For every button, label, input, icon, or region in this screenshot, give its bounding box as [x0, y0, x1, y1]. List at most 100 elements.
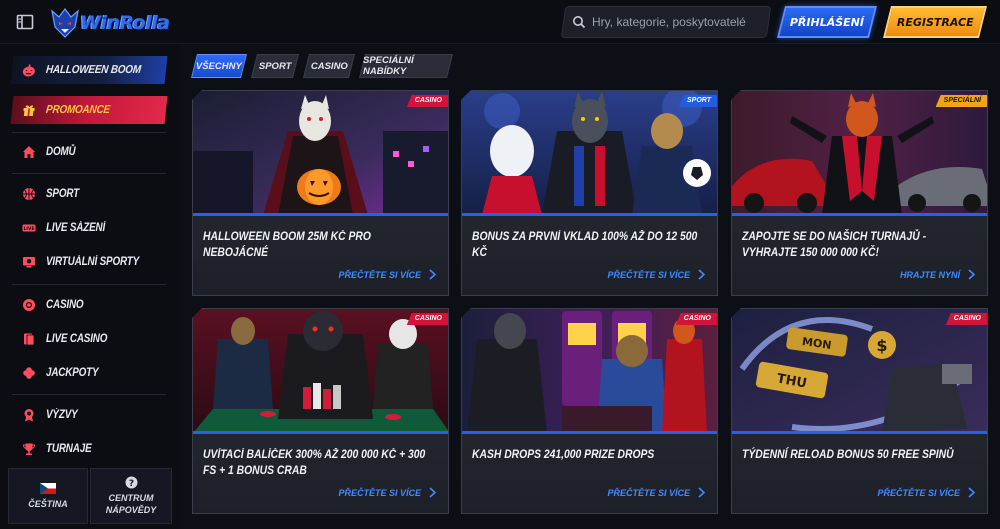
sidebar-divider — [12, 284, 166, 285]
help-center-label-2: NÁPOVĚDY — [105, 505, 157, 515]
filter-special-offers[interactable]: SPECIÁLNÍ NABÍDKY — [359, 54, 453, 78]
sidebar-item-home[interactable]: DOMŮ — [12, 138, 166, 166]
sidebar-item-label: VÝZVY — [46, 409, 78, 421]
czech-flag-icon — [40, 482, 56, 494]
winrolla-logo[interactable]: WinRolla — [50, 5, 178, 39]
sidebar-item-label: LIVE CASINO — [46, 333, 108, 345]
sidebar-item-label: VIRTUÁLNÍ SPORTY — [46, 256, 140, 268]
login-button-label: PŘIHLÁŠENÍ — [789, 15, 865, 29]
promo-image-sport — [462, 91, 717, 215]
promo-card[interactable]: SPECIÁLNÍ ZAPOJTE SE DO NAŠICH TURNAJŮ -… — [731, 90, 988, 296]
chevron-right-icon — [968, 269, 975, 280]
read-more-link[interactable]: PŘEČTĚTE SI VÍCE — [338, 487, 436, 498]
badge-icon — [22, 408, 36, 422]
register-button-label: REGISTRACE — [896, 15, 974, 29]
category-tag: SPORT — [679, 95, 717, 107]
image-divider — [193, 213, 448, 216]
svg-text:?: ? — [128, 479, 133, 489]
promo-card[interactable]: CASINO UVÍTACÍ BALÍČEK 300% AŽ 200 000 K… — [192, 308, 449, 514]
play-now-label: HRAJTE NYNÍ — [899, 269, 960, 280]
casino-chip-icon — [22, 298, 36, 312]
read-more-label: PŘEČTĚTE SI VÍCE — [607, 487, 690, 498]
filter-label: SPORT — [258, 60, 292, 72]
login-button[interactable]: PŘIHLÁŠENÍ — [777, 6, 877, 38]
svg-text:LIVE: LIVE — [23, 226, 34, 232]
filter-label: CASINO — [310, 60, 348, 72]
sidebar-item-label: TURNAJE — [46, 443, 92, 455]
read-more-label: PŘEČTĚTE SI VÍCE — [338, 487, 421, 498]
read-more-label: PŘEČTĚTE SI VÍCE — [338, 269, 421, 280]
category-tag: CASINO — [945, 313, 987, 325]
chevron-right-icon — [698, 269, 705, 280]
promo-title: HALLOWEEN BOOM 25M KČ PRO NEBOJÁCNÉ — [203, 231, 371, 259]
filter-all[interactable]: VŠECHNY — [191, 54, 247, 78]
read-more-link[interactable]: PŘEČTĚTE SI VÍCE — [607, 269, 705, 280]
wolf-logo-icon — [51, 8, 79, 38]
sidebar-divider — [12, 132, 166, 133]
promo-card[interactable]: CASINO HALLOWEEN BOOM 25M KČ PRO NEBOJÁC… — [192, 90, 449, 296]
sidebar-item-live-casino[interactable]: LIVE CASINO — [12, 325, 166, 353]
promo-card[interactable]: CASINO KASH DROPS 241,000 PRIZE DROPS PŘ… — [461, 308, 718, 514]
live-icon: LIVE — [22, 221, 36, 235]
read-more-link[interactable]: PŘEČTĚTE SI VÍCE — [338, 269, 436, 280]
filter-label: SPECIÁLNÍ NABÍDKY — [363, 55, 414, 77]
image-divider — [732, 431, 987, 434]
sidebar-item-halloween-boom[interactable]: HALLOWEEN BOOM — [10, 56, 168, 84]
help-center-button[interactable]: ? CENTRUM NÁPOVĚDY — [90, 468, 172, 524]
sidebar-toggle-icon[interactable] — [16, 13, 34, 31]
sidebar-item-promoance[interactable]: PROMOANCE — [10, 96, 168, 124]
home-icon — [22, 145, 36, 159]
sidebar-item-label: JACKPOTY — [46, 367, 99, 379]
chevron-right-icon — [968, 487, 975, 498]
image-divider — [462, 213, 717, 216]
sidebar-item-challenges[interactable]: VÝZVY — [12, 401, 166, 429]
sidebar-item-sport[interactable]: SPORT — [12, 180, 166, 208]
read-more-link[interactable]: PŘEČTĚTE SI VÍCE — [607, 487, 705, 498]
sidebar-divider — [12, 394, 166, 395]
sidebar-item-casino[interactable]: CASINO — [12, 291, 166, 319]
image-divider — [732, 213, 987, 216]
category-tag: CASINO — [406, 95, 448, 107]
promo-title: UVÍTACÍ BALÍČEK 300% AŽ 200 000 KČ + 300… — [203, 449, 426, 477]
register-button[interactable]: REGISTRACE — [883, 6, 987, 38]
read-more-link[interactable]: PŘEČTĚTE SI VÍCE — [877, 487, 975, 498]
virtual-sports-icon — [22, 255, 36, 269]
category-tag: CASINO — [675, 313, 717, 325]
sidebar-item-label: HALLOWEEN BOOM — [45, 64, 142, 76]
promo-title: TÝDENNÍ RELOAD BONUS 50 FREE SPINŮ — [742, 449, 954, 461]
play-now-link[interactable]: HRAJTE NYNÍ — [900, 269, 975, 280]
top-header: WinRolla PŘIHLÁŠENÍ REGISTRACE — [0, 0, 1000, 44]
language-selector[interactable]: ČEŠTINA — [8, 468, 88, 524]
promo-card[interactable]: SPORT BONUS ZA PRVNÍ VKLAD 100% AŽ DO 12… — [461, 90, 718, 296]
promo-title: KASH DROPS 241,000 PRIZE DROPS — [472, 449, 655, 461]
category-tag: SPECIÁLNÍ — [935, 95, 987, 107]
filter-sport[interactable]: SPORT — [251, 54, 299, 78]
sidebar-item-label: CASINO — [46, 299, 84, 311]
search-bar[interactable] — [560, 6, 772, 38]
read-more-label: PŘEČTĚTE SI VÍCE — [607, 269, 690, 280]
promo-title: BONUS ZA PRVNÍ VKLAD 100% AŽ DO 12 500 K… — [472, 231, 698, 259]
promo-card[interactable]: MON THU $ CASINO TÝDENNÍ RELOAD BONUS 50… — [731, 308, 988, 514]
promo-image-welcome — [193, 309, 448, 433]
search-input[interactable] — [592, 13, 762, 31]
sidebar-item-label: LIVE SÁZENÍ — [46, 222, 106, 234]
sidebar-item-live-betting[interactable]: LIVE LIVE SÁZENÍ — [12, 214, 166, 242]
filter-casino[interactable]: CASINO — [303, 54, 355, 78]
clover-icon — [22, 366, 36, 380]
cards-icon — [22, 332, 36, 346]
promo-title: ZAPOJTE SE DO NAŠICH TURNAJŮ - VYHRAJTE … — [742, 231, 927, 259]
basketball-icon — [22, 187, 36, 201]
promo-image-tournaments — [732, 91, 987, 215]
promo-image-weekly-reload: MON THU $ — [732, 309, 987, 433]
sidebar-item-virtual-sports[interactable]: VIRTUÁLNÍ SPORTY — [12, 248, 166, 276]
gift-icon — [21, 103, 36, 117]
sidebar-item-jackpots[interactable]: JACKPOTY — [12, 359, 166, 387]
sidebar-item-label: PROMOANCE — [45, 104, 111, 116]
chevron-right-icon — [429, 269, 436, 280]
filter-label: VŠECHNY — [196, 60, 242, 72]
sidebar-item-tournaments[interactable]: TURNAJE — [12, 435, 166, 463]
sidebar-item-label: SPORT — [46, 188, 80, 200]
trophy-icon — [22, 442, 36, 456]
image-divider — [462, 431, 717, 434]
chevron-right-icon — [429, 487, 436, 498]
